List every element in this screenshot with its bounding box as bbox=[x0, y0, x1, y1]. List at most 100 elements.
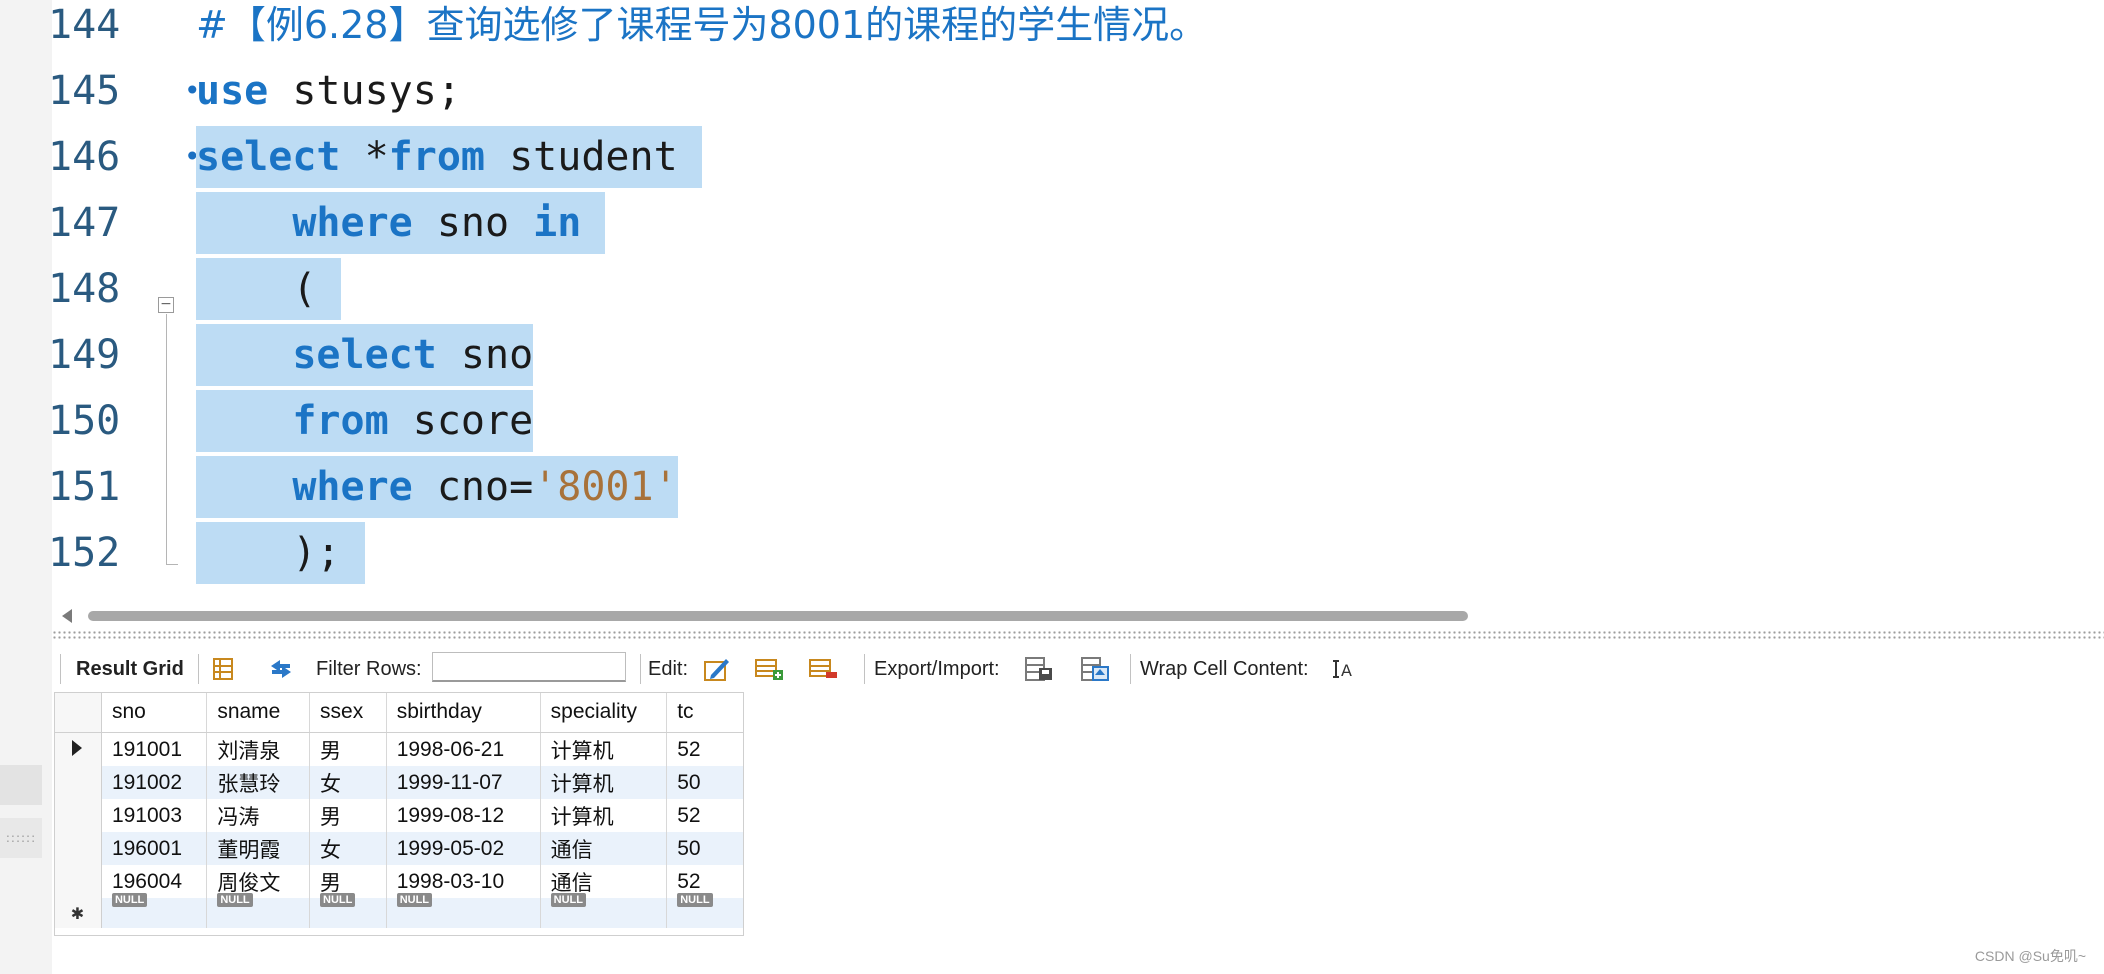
table-row[interactable]: 196001 董明霞女 1999-05-02 通信 50 bbox=[54, 832, 744, 865]
line-number: 145 bbox=[52, 68, 121, 114]
table-cell[interactable]: 1998-06-21 bbox=[386, 732, 541, 766]
new-row-cell[interactable]: NULL bbox=[666, 893, 744, 928]
row-header[interactable] bbox=[54, 865, 102, 898]
column-header-speciality[interactable]: speciality bbox=[540, 692, 668, 733]
sql-keyword: use bbox=[196, 68, 269, 114]
code-text: where cno='8001' bbox=[196, 456, 678, 518]
table-cell[interactable]: 196001 bbox=[101, 832, 208, 865]
wrap-cell-icon[interactable]: A bbox=[1330, 656, 1360, 682]
column-header-tc[interactable]: tc bbox=[666, 692, 744, 733]
code-line[interactable]: 146 • select *from student bbox=[52, 124, 2104, 190]
code-line[interactable]: 150 from score bbox=[52, 388, 2104, 454]
new-row-header[interactable]: ✱ bbox=[54, 898, 102, 928]
sql-text: stusys; bbox=[268, 68, 461, 114]
table-cell[interactable]: 50 bbox=[666, 766, 744, 799]
row-header[interactable] bbox=[54, 766, 102, 799]
column-header-sno[interactable]: sno bbox=[101, 692, 208, 733]
table-cell[interactable]: 女 bbox=[309, 766, 387, 799]
table-cell[interactable]: 52 bbox=[666, 799, 744, 832]
code-line[interactable]: 148 ( bbox=[52, 256, 2104, 322]
table-cell[interactable]: 52 bbox=[666, 732, 744, 766]
new-row-cell[interactable]: NULL bbox=[540, 893, 668, 928]
new-row-cell[interactable]: NULL bbox=[386, 893, 541, 928]
table-cell[interactable]: 191002 bbox=[101, 766, 208, 799]
table-cell[interactable]: 计算机 bbox=[540, 732, 668, 766]
table-cell[interactable]: 191001 bbox=[101, 732, 208, 766]
row-header[interactable] bbox=[54, 732, 102, 766]
sql-text: sno bbox=[412, 200, 534, 246]
row-header[interactable] bbox=[54, 832, 102, 865]
null-badge: NULL bbox=[111, 893, 148, 907]
add-row-icon[interactable] bbox=[754, 656, 784, 682]
table-cell[interactable]: 女 bbox=[309, 832, 387, 865]
column-header-sbirthday[interactable]: sbirthday bbox=[386, 692, 541, 733]
line-number: 147 bbox=[52, 200, 121, 246]
table-cell[interactable]: 刘清泉 bbox=[206, 732, 311, 766]
sql-text: * bbox=[340, 134, 389, 180]
new-row-cell[interactable]: NULL bbox=[101, 893, 208, 928]
grid-view-icon[interactable] bbox=[208, 656, 238, 682]
table-row[interactable]: 191001 刘清泉男 1998-06-21 计算机 52 bbox=[54, 732, 744, 766]
filter-rows-input[interactable] bbox=[432, 652, 626, 682]
table-row[interactable]: 191003 冯涛男 1999-08-12 计算机 52 bbox=[54, 799, 744, 832]
scroll-left-arrow-icon[interactable] bbox=[62, 609, 72, 623]
code-line[interactable]: 144 #【例6.28】查询选修了课程号为8001的课程的学生情况。 bbox=[52, 0, 2104, 58]
scroll-thumb[interactable] bbox=[88, 611, 1468, 621]
table-cell[interactable]: 通信 bbox=[540, 832, 668, 865]
sql-keyword: where bbox=[292, 464, 413, 510]
column-header-sname[interactable]: sname bbox=[206, 692, 311, 733]
table-cell[interactable]: 冯涛 bbox=[206, 799, 311, 832]
table-row[interactable]: 191002 张慧玲女 1999-11-07 计算机 50 bbox=[54, 766, 744, 799]
side-panel-grip[interactable]: :::::: bbox=[0, 818, 42, 858]
table-cell[interactable]: 张慧玲 bbox=[206, 766, 311, 799]
table-cell[interactable]: 1999-11-07 bbox=[386, 766, 541, 799]
code-line[interactable]: 152 ); bbox=[52, 520, 2104, 586]
table-cell[interactable]: 计算机 bbox=[540, 799, 668, 832]
sql-text: ( bbox=[196, 266, 341, 312]
table-cell[interactable]: 191003 bbox=[101, 799, 208, 832]
code-text: select sno bbox=[196, 324, 534, 386]
refresh-icon[interactable] bbox=[266, 656, 296, 682]
code-text: ); bbox=[196, 522, 365, 584]
result-grid[interactable]: sno sname ssex sbirthday speciality tc 191001… bbox=[54, 692, 744, 928]
table-cell[interactable]: 50 bbox=[666, 832, 744, 865]
import-icon[interactable] bbox=[1080, 656, 1110, 682]
edit-label: Edit: bbox=[648, 658, 689, 680]
line-number: 148 bbox=[52, 266, 121, 312]
new-row-star-icon: ✱ bbox=[70, 906, 85, 923]
toolbar-separator bbox=[864, 654, 865, 684]
editor-horizontal-scrollbar[interactable] bbox=[52, 606, 2104, 626]
edit-pencil-icon[interactable] bbox=[702, 656, 732, 682]
new-row-cell[interactable]: NULL bbox=[309, 893, 387, 928]
code-text: use stusys; bbox=[196, 60, 461, 122]
code-line[interactable]: 147 where sno in bbox=[52, 190, 2104, 256]
sql-editor[interactable]: − 144 #【例6.28】查询选修了课程号为8001的课程的学生情况。 145 • u… bbox=[52, 0, 2104, 600]
row-header[interactable] bbox=[54, 799, 102, 832]
new-row-cell[interactable]: NULL bbox=[206, 893, 311, 928]
sql-keyword: from bbox=[388, 134, 485, 180]
table-cell[interactable]: 1999-05-02 bbox=[386, 832, 541, 865]
panel-splitter[interactable] bbox=[52, 630, 2104, 640]
code-line[interactable]: 145 • use stusys; bbox=[52, 58, 2104, 124]
code-line[interactable]: 149 select sno bbox=[52, 322, 2104, 388]
table-cell[interactable]: 计算机 bbox=[540, 766, 668, 799]
table-cell[interactable]: 董明霞 bbox=[206, 832, 311, 865]
side-panel-tab[interactable] bbox=[0, 765, 42, 805]
null-badge: NULL bbox=[550, 893, 586, 907]
toolbar-separator bbox=[640, 654, 641, 684]
table-cell[interactable]: 1999-08-12 bbox=[386, 799, 541, 832]
result-grid-tab[interactable]: Result Grid bbox=[76, 646, 184, 692]
table-cell[interactable]: 男 bbox=[309, 732, 387, 766]
code-line[interactable]: 151 where cno='8001' bbox=[52, 454, 2104, 520]
new-row[interactable]: ✱ NULL NULL NULL NULL NULL NULL bbox=[54, 893, 744, 928]
delete-row-icon[interactable] bbox=[808, 656, 838, 682]
column-header-ssex[interactable]: ssex bbox=[309, 692, 387, 733]
watermark: CSDN @Su免叽~ bbox=[1974, 948, 2086, 964]
table-cell[interactable]: 男 bbox=[309, 799, 387, 832]
export-icon[interactable] bbox=[1024, 656, 1054, 682]
